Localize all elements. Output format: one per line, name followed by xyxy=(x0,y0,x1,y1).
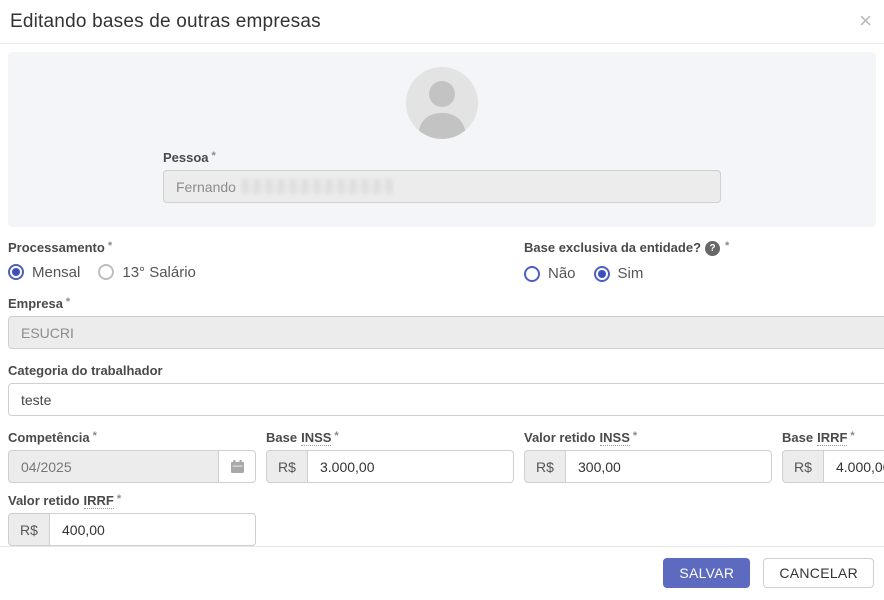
close-icon[interactable]: × xyxy=(859,11,872,31)
radio-icon[interactable] xyxy=(594,266,610,282)
currency-addon: R$ xyxy=(8,513,50,546)
modal-header: Editando bases de outras empresas × xyxy=(0,0,884,44)
cancel-button[interactable]: CANCELAR xyxy=(763,558,874,588)
radio-option-mensal[interactable]: Mensal xyxy=(8,264,80,281)
calendar-icon xyxy=(230,459,245,474)
currency-addon: R$ xyxy=(266,450,308,483)
avatar xyxy=(406,67,478,139)
radio-icon[interactable] xyxy=(8,264,24,280)
base-inss-group: R$ xyxy=(266,450,514,483)
base-irrf-input[interactable] xyxy=(824,450,884,483)
pessoa-field-block: Pessoa* Fernando xyxy=(163,150,721,203)
required-marker: * xyxy=(66,296,70,308)
competencia-group: 04/2025 xyxy=(8,450,256,483)
currency-addon: R$ xyxy=(782,450,824,483)
required-marker: * xyxy=(108,240,112,252)
modal-footer: SALVAR CANCELAR xyxy=(0,546,884,600)
base-exclusiva-label: Base exclusiva da entidade??* xyxy=(524,240,884,256)
empresa-field: Empresa* ESUCRI xyxy=(8,296,884,349)
radio-option-13-salario[interactable]: 13° Salário xyxy=(98,264,196,281)
help-icon[interactable]: ? xyxy=(705,241,720,256)
base-irrf-field: BaseIRRF* R$ xyxy=(782,430,884,483)
processamento-radio-group: Mensal 13° Salário xyxy=(8,264,514,281)
required-marker: * xyxy=(725,240,729,252)
categoria-field: Categoria do trabalhador teste × xyxy=(8,363,884,416)
valor-retido-irrf-label: Valor retidoIRRF* xyxy=(8,493,256,508)
base-inss-label: BaseINSS* xyxy=(266,430,514,445)
base-irrf-label: BaseIRRF* xyxy=(782,430,884,445)
radio-option-sim[interactable]: Sim xyxy=(594,265,644,282)
required-marker: * xyxy=(93,430,97,442)
valor-retido-irrf-input[interactable] xyxy=(50,513,256,546)
form: Processamento* Mensal 13° Salário Base e… xyxy=(8,227,876,546)
categoria-label: Categoria do trabalhador xyxy=(8,363,884,378)
base-exclusiva-radio-group: Não Sim xyxy=(524,265,884,282)
pessoa-input: Fernando xyxy=(163,170,721,203)
required-marker: * xyxy=(334,430,338,442)
person-silhouette-icon xyxy=(406,67,478,139)
base-irrf-group: R$ xyxy=(782,450,884,483)
save-button[interactable]: SALVAR xyxy=(663,558,750,588)
radio-option-nao[interactable]: Não xyxy=(524,265,576,282)
radio-icon[interactable] xyxy=(524,266,540,282)
base-inss-input[interactable] xyxy=(308,450,514,483)
processamento-field: Processamento* Mensal 13° Salário xyxy=(8,240,514,282)
required-marker: * xyxy=(850,430,854,442)
person-panel: Pessoa* Fernando xyxy=(8,52,876,227)
required-marker: * xyxy=(212,150,216,162)
calendar-button[interactable] xyxy=(219,450,256,483)
radio-icon[interactable] xyxy=(98,264,114,280)
redacted-text xyxy=(242,179,394,194)
pessoa-label: Pessoa* xyxy=(163,150,721,165)
competencia-label: Competência* xyxy=(8,430,256,445)
processamento-label: Processamento* xyxy=(8,240,514,255)
valor-retido-inss-group: R$ xyxy=(524,450,772,483)
required-marker: * xyxy=(633,430,637,442)
valor-retido-inss-input[interactable] xyxy=(566,450,772,483)
competencia-field: Competência* 04/2025 xyxy=(8,430,256,483)
competencia-input: 04/2025 xyxy=(8,450,219,483)
valor-retido-inss-label: Valor retidoINSS* xyxy=(524,430,772,445)
modal-title: Editando bases de outras empresas xyxy=(10,11,321,33)
required-marker: * xyxy=(117,493,121,505)
currency-addon: R$ xyxy=(524,450,566,483)
empresa-input: ESUCRI xyxy=(8,316,884,349)
valor-retido-irrf-field: Valor retidoIRRF* R$ xyxy=(8,493,256,546)
categoria-select[interactable]: teste × xyxy=(8,383,884,416)
valor-retido-irrf-group: R$ xyxy=(8,513,256,546)
base-exclusiva-field: Base exclusiva da entidade??* Não Sim xyxy=(524,240,884,282)
base-inss-field: BaseINSS* R$ xyxy=(266,430,514,483)
valor-retido-inss-field: Valor retidoINSS* R$ xyxy=(524,430,772,483)
empresa-label: Empresa* xyxy=(8,296,884,311)
